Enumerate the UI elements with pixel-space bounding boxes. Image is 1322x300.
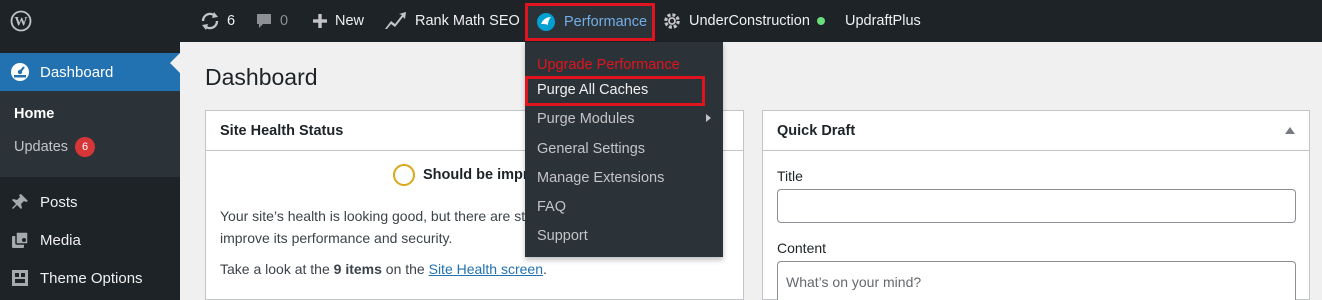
sidebar-item-label: Media [40,231,81,249]
menu-item-support[interactable]: Support [537,228,588,244]
wordpress-logo-icon[interactable]: W [0,0,42,42]
title-label: Title [777,168,803,184]
submenu-item-label: Updates [14,139,69,155]
new-content-menu[interactable]: New [312,0,364,42]
rank-math-label: Rank Math SEO [415,13,520,29]
draft-content-input[interactable] [777,261,1296,300]
updraftplus-menu[interactable]: UpdraftPlus [845,0,921,42]
underconstruction-menu[interactable]: UnderConstruction [662,0,825,42]
gear-icon [664,13,680,29]
site-health-status: Should be impro [393,164,537,186]
submenu-item-home[interactable]: Home [14,106,54,122]
current-menu-arrow [170,53,180,73]
updraftplus-label: UpdraftPlus [845,13,921,29]
rank-math-menu[interactable]: Rank Math SEO [384,0,520,42]
admin-sidebar: Dashboard Home Updates 6 Posts Media The… [0,42,180,300]
underconstruction-label: UnderConstruction [689,13,810,29]
sidebar-item-label: Posts [40,193,78,211]
admin-bar: W 6 0 New Rank Math SEO Performance Unde… [0,0,1322,42]
dashboard-gauge-icon [11,63,29,81]
site-health-status-text: Should be impro [423,167,538,183]
status-dot [816,17,825,25]
menu-item-purge-all-caches[interactable]: Purge All Caches [537,82,648,98]
site-health-summary: Take a look at the 9 items on the Site H… [220,261,547,277]
items-count: 9 items [333,261,382,277]
pushpin-icon [12,194,28,209]
sidebar-item-posts[interactable]: Posts [0,184,180,220]
sidebar-item-media[interactable]: Media [0,222,180,258]
sidebar-item-dashboard[interactable]: Dashboard [0,53,180,91]
summary-suffix: . [543,261,547,277]
quick-draft-panel: Quick Draft Title Content [762,110,1310,300]
comment-icon [257,14,271,28]
collapse-arrow-icon[interactable] [1285,127,1295,134]
performance-icon [537,13,555,31]
submenu-item-updates[interactable]: Updates 6 [14,137,96,157]
summary-middle: on the [385,261,425,277]
svg-text:W: W [15,14,28,29]
menu-item-manage-extensions[interactable]: Manage Extensions [537,170,664,186]
plus-icon [313,14,327,28]
quick-draft-header[interactable]: Quick Draft [763,111,1309,151]
sidebar-item-theme-options[interactable]: Theme Options [0,260,180,296]
comments-count: 0 [280,13,289,29]
page-title: Dashboard [205,64,318,90]
health-ring-icon [393,164,415,186]
draft-title-input[interactable] [777,189,1296,223]
submenu-arrow-icon [706,114,711,122]
updates-badge: 6 [75,137,96,157]
menu-item-general-settings[interactable]: General Settings [537,141,645,157]
menu-item-faq[interactable]: FAQ [537,199,566,215]
dashboard-submenu: Home Updates 6 [0,91,180,177]
updates-menu[interactable]: 6 [200,0,235,42]
sidebar-item-label: Dashboard [40,63,114,81]
updates-count: 6 [227,13,236,29]
site-health-screen-link[interactable]: Site Health screen [429,261,543,277]
theme-options-icon [12,270,28,286]
media-icon [12,231,29,248]
sidebar-item-label: Theme Options [40,269,143,287]
comments-menu[interactable]: 0 [255,0,288,42]
content-label: Content [777,240,827,256]
new-label: New [335,13,365,29]
menu-item-purge-modules[interactable]: Purge Modules [537,111,635,127]
rank-math-icon [385,12,406,29]
performance-label: Performance [564,14,648,30]
summary-prefix: Take a look at the [220,261,330,277]
site-health-title: Site Health Status [220,122,344,139]
performance-dropdown: Upgrade Performance Purge All Caches Pur… [525,42,723,257]
refresh-icon [201,12,219,30]
quick-draft-title: Quick Draft [777,122,856,139]
menu-item-upgrade-performance[interactable]: Upgrade Performance [537,57,680,73]
performance-menu[interactable]: Performance [525,3,655,41]
